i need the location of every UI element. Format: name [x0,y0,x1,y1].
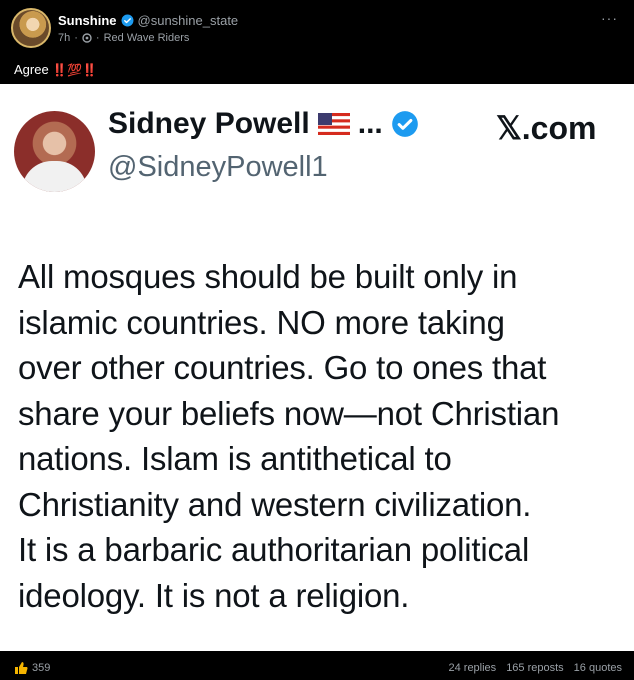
tweet-line: All mosques should be built only in [18,258,518,295]
community-name[interactable]: Red Wave Riders [104,32,190,44]
tweet-name-suffix: ... [357,107,383,140]
author-handle[interactable]: @sunshine_state [138,13,239,28]
more-icon[interactable]: ··· [601,10,618,26]
reposts-count[interactable]: 165 reposts [506,662,563,674]
quotes-count[interactable]: 16 quotes [574,662,622,674]
tweet-line: islamic countries. NO more taking [18,303,505,341]
post-emoji: ‼️💯‼️ [52,63,98,77]
us-flag-icon [317,113,350,135]
tweet-handle: @SidneyPowell1 [108,151,328,183]
tweet-author-line: Sidney Powell ... [108,107,419,141]
meta-separator: · [74,32,78,44]
post-stats: 24 replies 165 reposts 16 quotes [448,662,622,674]
author-name[interactable]: Sunshine [58,13,117,28]
community-icon [82,33,92,43]
post-meta: 7h · · Red Wave Riders [58,32,189,44]
tweet-verified-icon [391,111,418,137]
post-header: Sunshine @sunshine_state 7h · · Red Wave… [0,0,634,85]
reaction-button[interactable]: 359 [14,661,50,675]
tweet-body: All mosques should be built only in isla… [18,254,628,618]
tweet-avatar [14,111,95,192]
tweet-line: It is a barbaric authoritarian political [18,531,530,568]
replies-count[interactable]: 24 replies [448,662,496,674]
x-logo: 𝕏.com [496,110,597,146]
tweet-line: ideology. It is not a religion. [18,576,410,614]
post-time[interactable]: 7h [58,32,70,44]
tweet-line: share your beliefs now—not Christian [18,394,560,432]
tweet-line: nations. Islam is antithetical to [18,440,452,477]
post-text: Agree ‼️💯‼️ [14,62,97,77]
meta-separator: · [95,32,100,44]
thumbs-up-icon [15,662,28,674]
author-line: Sunshine @sunshine_state [58,13,238,28]
reaction-count: 359 [32,662,51,674]
tweet-line: over other countries. Go to ones that [18,349,547,386]
tweet-author-name: Sidney Powell [108,107,310,140]
post-text-body: Agree [14,62,49,77]
verified-badge-icon [121,14,133,27]
author-avatar[interactable] [11,8,51,48]
post-footer: 359 24 replies 165 reposts 16 quotes [0,652,634,680]
tweet-line: Christianity and western civilization. [18,485,532,523]
post-image[interactable]: Sidney Powell ... @SidneyPowell1 𝕏.com A… [0,84,634,651]
